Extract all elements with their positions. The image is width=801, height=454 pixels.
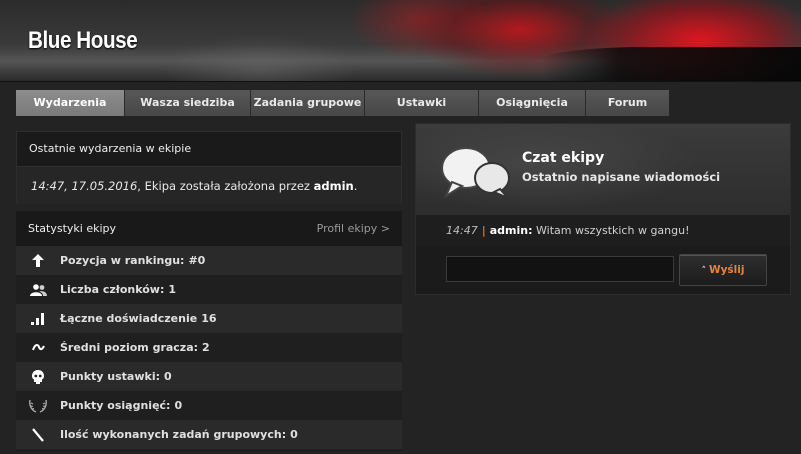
stat-row-ranking: Pozycja w rankingu: #0 [16,246,402,275]
stat-value: 1 [168,283,177,296]
send-button-label: Wyślij [709,264,745,276]
tilde-icon [16,343,60,352]
header-banner: Blue House [0,0,801,82]
stats-header: Statystyki ekipy Profil ekipy > [16,211,402,246]
skull-icon [16,369,60,384]
stat-label: Łączne doświadczenie [60,312,198,325]
chat-bubbles-icon [441,147,510,199]
events-panel: Ostatnie wydarzenia w ekipie 14:47, 17.0… [16,131,402,204]
slash-icon [16,427,60,442]
stat-label: Punkty ustawki: [60,370,161,383]
event-end: . [353,179,358,193]
stat-value: 2 [202,341,210,354]
event-time: 14:47, 17.05.2016 [31,179,138,193]
stat-row-achievements: Punkty osiągnięć: 0 [16,391,402,420]
site-title: Blue House [28,27,138,54]
stat-label: Liczba członków: [60,283,165,296]
stats-heading: Statystyki ekipy [28,222,117,235]
message-user[interactable]: admin: [490,224,533,237]
signal-bars-icon [16,312,60,325]
stat-label: Ilość wykonanych zadań grupowych: [60,428,287,441]
stat-value: 0 [174,399,183,412]
stat-label: Średni poziom gracza: [60,341,199,354]
tab-osiagniecia[interactable]: Osiągnięcia [479,90,586,116]
tab-wasza-siedziba[interactable]: Wasza siedziba [125,90,251,116]
message-time: 14:47 [446,224,478,237]
arrow-up-icon [16,254,60,267]
stat-row-experience: Łączne doświadczenie 16 [16,304,402,333]
stats-list: Pozycja w rankingu: #0 Liczba członków: … [16,246,402,449]
event-text: , Ekipa została założona przez [137,179,314,193]
chat-title: Czat ekipy [522,150,605,166]
message-separator: | [481,224,486,237]
chat-message-input[interactable] [446,256,674,282]
stat-row-members: Liczba członków: 1 [16,275,402,304]
message-text: Witam wszystkich w gangu! [532,224,690,237]
team-profile-link[interactable]: Profil ekipy > [317,211,390,246]
chat-message: 14:47 | admin: Witam wszystkich w gangu! [416,214,790,246]
stat-row-avg-level: Średni poziom gracza: 2 [16,333,402,362]
chat-subtitle: Ostatnio napisane wiadomości [522,170,721,184]
event-user[interactable]: admin [314,179,354,193]
events-heading: Ostatnie wydarzenia w ekipie [17,132,401,166]
stat-row-group-tasks: Ilość wykonanych zadań grupowych: 0 [16,420,402,449]
send-button[interactable]: ˄ Wyślij [679,254,767,286]
stat-value: 16 [201,312,217,325]
users-icon [16,283,60,296]
caret-up-icon: ˄ [701,266,707,276]
banner-crowd-image [541,47,801,81]
stat-row-ustawki-points: Punkty ustawki: 0 [16,362,402,391]
main-nav: Wydarzenia Wasza siedziba Zadania grupow… [16,90,669,116]
chat-form: ˄ Wyślij [416,246,790,294]
chat-panel: Czat ekipy Ostatnio napisane wiadomości … [415,123,791,295]
stat-label: Pozycja w rankingu: [60,254,185,267]
tab-forum[interactable]: Forum [586,90,669,116]
stat-value: 0 [164,370,172,383]
stats-panel: Statystyki ekipy Profil ekipy > Pozycja … [16,211,402,451]
tab-zadania-grupowe[interactable]: Zadania grupowe [251,90,365,116]
stat-value: #0 [188,254,206,267]
tab-ustawki[interactable]: Ustawki [365,90,479,116]
laurel-icon [16,399,60,413]
chat-header: Czat ekipy Ostatnio napisane wiadomości [416,124,790,214]
event-entry: 14:47, 17.05.2016, Ekipa została założon… [17,166,401,204]
stat-value: 0 [290,428,298,441]
tab-wydarzenia[interactable]: Wydarzenia [16,90,125,116]
stat-label: Punkty osiągnięć: [60,399,171,412]
